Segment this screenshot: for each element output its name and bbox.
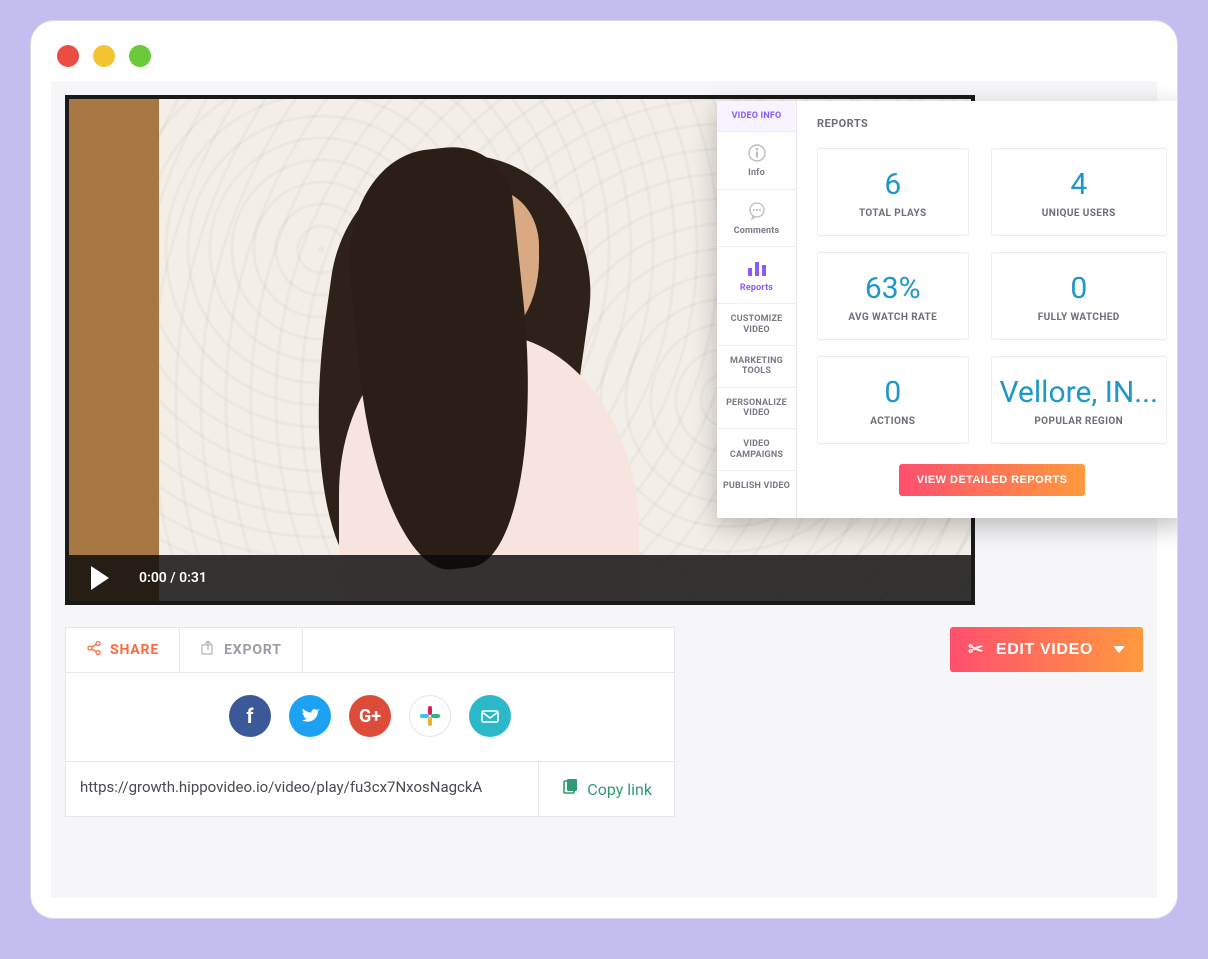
email-icon[interactable] (469, 695, 511, 737)
play-icon[interactable] (91, 566, 109, 590)
tab-export[interactable]: EXPORT (180, 628, 303, 672)
maximize-window-dot[interactable] (129, 45, 151, 67)
app-content: 0:00 / 0:31 VIDEO INFO Info (51, 81, 1157, 898)
share-icon (86, 640, 102, 660)
share-card: SHARE EXPORT f G+ (65, 627, 675, 817)
share-tabs: SHARE EXPORT (66, 628, 674, 673)
analytics-panel: VIDEO INFO Info Comments (717, 101, 1178, 518)
stat-fully-watched: 0 FULLY WATCHED (991, 252, 1168, 340)
sidenav-comments[interactable]: Comments (717, 190, 796, 247)
sidenav-video-info[interactable]: VIDEO INFO (717, 101, 796, 132)
sidenav-reports[interactable]: Reports (717, 247, 796, 304)
sidenav-video-campaigns[interactable]: VIDEO CAMPAIGNS (717, 429, 796, 471)
sidenav-personalize-video[interactable]: PERSONALIZE VIDEO (717, 388, 796, 430)
minimize-window-dot[interactable] (93, 45, 115, 67)
stats-grid: 6 TOTAL PLAYS 4 UNIQUE USERS 63% AVG WAT… (817, 148, 1167, 444)
twitter-icon[interactable] (289, 695, 331, 737)
tab-share[interactable]: SHARE (66, 628, 180, 672)
bar-chart-icon (746, 257, 768, 279)
stat-popular-region: Vellore, IN... POPULAR REGION (991, 356, 1168, 444)
edit-video-button[interactable]: ✂ EDIT VIDEO (950, 627, 1143, 672)
reports-heading: REPORTS (817, 117, 1167, 130)
video-controls-bar: 0:00 / 0:31 (69, 555, 971, 601)
info-icon (746, 142, 768, 164)
browser-window: 0:00 / 0:31 VIDEO INFO Info (30, 20, 1178, 919)
close-window-dot[interactable] (57, 45, 79, 67)
share-url[interactable]: https://growth.hippovideo.io/video/play/… (66, 762, 539, 816)
scissors-icon: ✂ (968, 639, 984, 660)
slack-icon[interactable] (409, 695, 451, 737)
social-row: f G+ (66, 673, 674, 761)
google-plus-icon[interactable]: G+ (349, 695, 391, 737)
video-section: 0:00 / 0:31 VIDEO INFO Info (51, 81, 1157, 605)
sidenav-publish-video[interactable]: PUBLISH VIDEO (717, 471, 796, 501)
bottom-row: SHARE EXPORT f G+ (51, 605, 1157, 817)
facebook-icon[interactable]: f (229, 695, 271, 737)
window-traffic-lights (31, 21, 1177, 81)
copy-icon (561, 778, 579, 800)
comments-icon (746, 200, 768, 222)
sidenav-customize-video[interactable]: CUSTOMIZE VIDEO (717, 304, 796, 346)
sidenav-marketing-tools[interactable]: MARKETING TOOLS (717, 346, 796, 388)
video-person-illustration (289, 134, 649, 605)
stat-actions: 0 ACTIONS (817, 356, 969, 444)
chevron-down-icon (1113, 646, 1125, 653)
panel-side-nav: VIDEO INFO Info Comments (717, 101, 797, 518)
reports-pane: REPORTS 6 TOTAL PLAYS 4 UNIQUE USERS 63% (797, 101, 1178, 518)
export-icon (200, 640, 216, 660)
stat-total-plays: 6 TOTAL PLAYS (817, 148, 969, 236)
view-detailed-reports-button[interactable]: VIEW DETAILED REPORTS (899, 464, 1086, 496)
stat-avg-watch-rate: 63% AVG WATCH RATE (817, 252, 969, 340)
copy-link-button[interactable]: Copy link (539, 762, 674, 816)
stat-unique-users: 4 UNIQUE USERS (991, 148, 1168, 236)
share-link-row: https://growth.hippovideo.io/video/play/… (66, 761, 674, 816)
sidenav-info[interactable]: Info (717, 132, 796, 189)
video-time-display: 0:00 / 0:31 (139, 570, 207, 586)
